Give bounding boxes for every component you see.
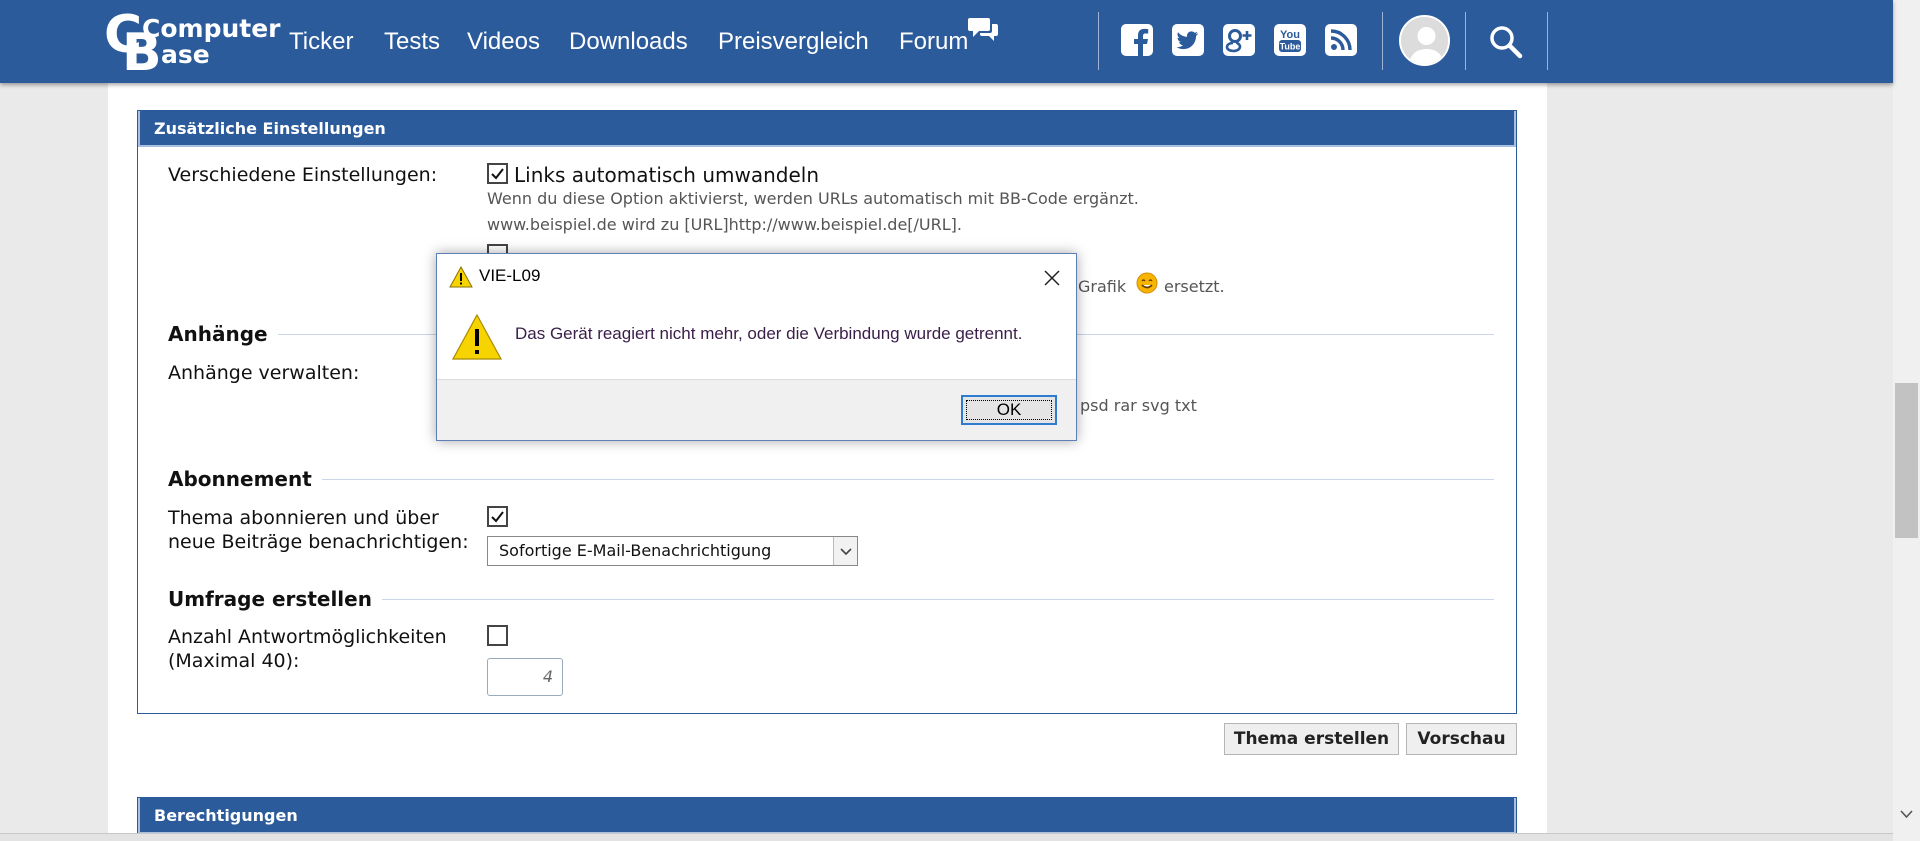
youtube-icon[interactable]: You Tube — [1273, 23, 1307, 57]
google-plus-icon[interactable] — [1222, 23, 1256, 57]
warning-small-icon — [449, 266, 473, 288]
browser-bottom-bar — [0, 833, 1893, 841]
svg-text:Tube: Tube — [1280, 42, 1301, 52]
nav-divider — [1098, 12, 1099, 70]
auto-links-example: www.beispiel.de wird zu [URL]http://www.… — [487, 215, 962, 234]
attachments-section-title: Anhänge — [168, 321, 278, 347]
checkmark-icon — [491, 168, 504, 180]
chat-bubble-icon — [968, 18, 998, 41]
subscription-section-title: Abonnement — [168, 466, 322, 492]
nav-link-downloads[interactable]: Downloads — [569, 27, 688, 57]
user-silhouette-icon — [1401, 17, 1448, 64]
ok-button-label: OK — [996, 400, 1022, 419]
manage-attachments-label: Anhänge verwalten: — [168, 362, 360, 384]
page-scrollbar[interactable] — [1893, 0, 1920, 841]
nav-divider — [1547, 12, 1548, 70]
allowed-file-types: psd rar svg txt — [1080, 396, 1197, 415]
scroll-down-arrow-icon[interactable] — [1893, 803, 1920, 825]
section-divider — [168, 479, 1494, 480]
svg-text:You: You — [1280, 29, 1300, 41]
notification-select-value: Sofortige E-Mail-Benachrichtigung — [499, 541, 772, 560]
subscribe-label-line1: Thema abonnieren und über — [168, 507, 439, 529]
nav-link-preisvergleich[interactable]: Preisvergleich — [718, 27, 869, 57]
rss-icon[interactable] — [1324, 23, 1358, 57]
nav-link-tests[interactable]: Tests — [384, 27, 440, 57]
create-thread-button[interactable]: Thema erstellen — [1224, 723, 1399, 755]
panel-title: Zusätzliche Einstellungen — [138, 111, 1516, 147]
poll-section-title: Umfrage erstellen — [168, 586, 382, 612]
chevron-down-icon — [833, 537, 857, 565]
search-icon[interactable] — [1488, 24, 1524, 60]
panel-title: Berechtigungen — [138, 798, 1516, 834]
dialog-title: VIE-L09 — [479, 266, 541, 285]
nav-link-forum[interactable]: Forum — [899, 27, 968, 57]
warning-icon — [451, 313, 503, 360]
computerbase-logo[interactable]: C Computer B ase — [104, 9, 281, 79]
nav-link-ticker[interactable]: Ticker — [289, 27, 353, 57]
nav-link-videos[interactable]: Videos — [467, 27, 540, 57]
subscribe-label-line2: neue Beiträge benachrichtigen: — [168, 531, 469, 553]
auto-links-label: Links automatisch umwandeln — [514, 163, 820, 187]
ok-button[interactable]: OK — [961, 395, 1057, 425]
preview-button[interactable]: Vorschau — [1406, 723, 1517, 755]
poll-options-count-input[interactable]: 4 — [487, 658, 563, 696]
twitter-icon[interactable] — [1171, 23, 1205, 57]
nav-divider — [1465, 12, 1466, 70]
top-navigation-bar: C Computer B ase Ticker Tests Videos Dow… — [0, 0, 1893, 83]
dialog-footer: OK — [437, 379, 1076, 440]
misc-settings-label: Verschiedene Einstellungen: — [168, 164, 438, 186]
nav-divider — [1382, 12, 1383, 70]
smilies-hint-tail-2: ersetzt. — [1164, 277, 1225, 296]
auto-links-checkbox[interactable] — [487, 163, 508, 184]
poll-options-label-line2: (Maximal 40): — [168, 650, 300, 672]
smiley-icon — [1136, 272, 1158, 294]
checkmark-icon — [491, 511, 504, 523]
poll-checkbox[interactable] — [487, 625, 508, 646]
notification-select[interactable]: Sofortige E-Mail-Benachrichtigung — [487, 536, 858, 566]
poll-options-label-line1: Anzahl Antwortmöglichkeiten — [168, 626, 447, 648]
scrollbar-thumb[interactable] — [1895, 383, 1918, 538]
smilies-hint-tail: Grafik — [1078, 277, 1127, 296]
error-dialog: VIE-L09 Das Gerät reagiert nicht mehr, o… — [436, 253, 1077, 441]
dialog-message: Das Gerät reagiert nicht mehr, oder die … — [515, 324, 1023, 343]
subscribe-checkbox[interactable] — [487, 506, 508, 527]
close-icon[interactable] — [1040, 266, 1064, 290]
user-avatar[interactable] — [1399, 15, 1450, 66]
auto-links-hint: Wenn du diese Option aktivierst, werden … — [487, 189, 1139, 208]
facebook-icon[interactable] — [1120, 23, 1154, 57]
